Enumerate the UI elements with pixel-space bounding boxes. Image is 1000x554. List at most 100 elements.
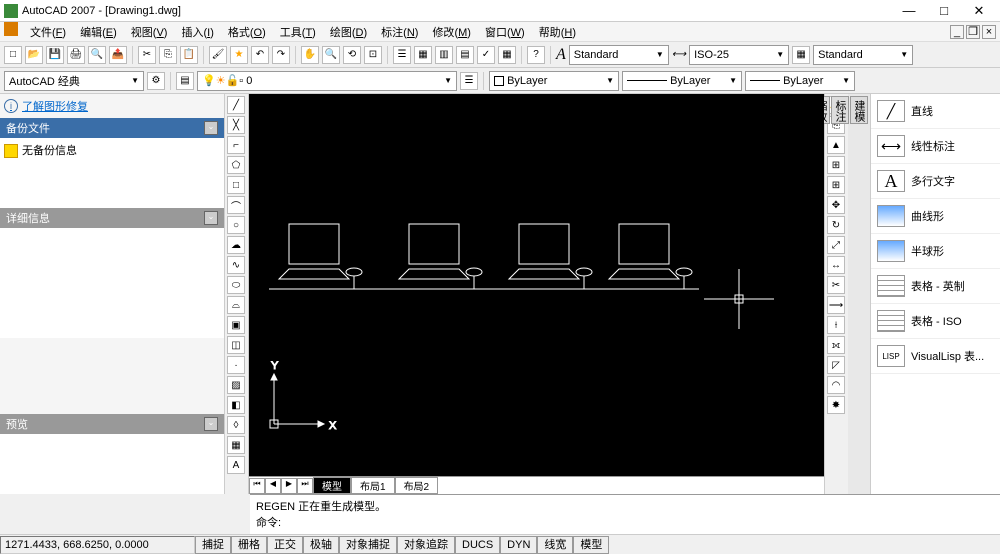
extend-icon[interactable]: ⟶	[827, 296, 845, 314]
status-model[interactable]: 模型	[573, 536, 609, 554]
xline-icon[interactable]: ╳	[227, 116, 245, 134]
tab-next-button[interactable]: ▶	[281, 478, 297, 494]
copy-icon[interactable]: ⎘	[159, 46, 177, 64]
fillet-icon[interactable]: ◠	[827, 376, 845, 394]
palette-item-table-imperial[interactable]: 表格 - 英制	[871, 269, 1000, 304]
break-icon[interactable]: ⟊	[827, 316, 845, 334]
scale-icon[interactable]: ⤢	[827, 236, 845, 254]
status-grid[interactable]: 栅格	[231, 536, 267, 554]
zoom-prev-icon[interactable]: ⟲	[343, 46, 361, 64]
workspace-dropdown[interactable]: AutoCAD 经典▼	[4, 71, 144, 91]
zoom-rt-icon[interactable]: 🔍	[322, 46, 340, 64]
hatch-icon[interactable]: ▨	[227, 376, 245, 394]
panel-collapse-icon[interactable]: ⌄	[204, 121, 218, 135]
pline-icon[interactable]: ⌐	[227, 136, 245, 154]
status-lwt[interactable]: 线宽	[537, 536, 573, 554]
new-icon[interactable]: □	[4, 46, 22, 64]
menu-file[interactable]: 文件(F)	[24, 22, 72, 42]
status-ortho[interactable]: 正交	[267, 536, 303, 554]
lineweight-dropdown[interactable]: ByLayer▼	[745, 71, 855, 91]
zoom-window-icon[interactable]: ⊡	[364, 46, 382, 64]
doc-minimize-button[interactable]: _	[950, 25, 964, 39]
detail-panel-header[interactable]: 详细信息⌄	[0, 208, 224, 228]
help-icon[interactable]: ?	[527, 46, 545, 64]
doc-restore-button[interactable]: ❐	[966, 25, 980, 39]
chamfer-icon[interactable]: ◸	[827, 356, 845, 374]
markup-icon[interactable]: ✓	[477, 46, 495, 64]
paste-icon[interactable]: 📋	[180, 46, 198, 64]
explode-icon[interactable]: ✸	[827, 396, 845, 414]
block-editor-icon[interactable]: ★	[230, 46, 248, 64]
vtab-1[interactable]: 标注	[831, 96, 849, 124]
save-icon[interactable]: 💾	[46, 46, 64, 64]
menu-tools[interactable]: 工具(T)	[274, 22, 322, 42]
menu-draw[interactable]: 绘图(D)	[324, 22, 373, 42]
trim-icon[interactable]: ✂	[827, 276, 845, 294]
drawing-canvas[interactable]: X Y	[249, 94, 824, 476]
tab-model[interactable]: 模型	[313, 477, 351, 494]
coordinate-display[interactable]: 1271.4433, 668.6250, 0.0000	[0, 536, 195, 554]
circle-icon[interactable]: ○	[227, 216, 245, 234]
panel-collapse-icon[interactable]: ⌄	[204, 417, 218, 431]
offset-icon[interactable]: ⊞	[827, 156, 845, 174]
move-icon[interactable]: ✥	[827, 196, 845, 214]
sheet-set-icon[interactable]: ▤	[456, 46, 474, 64]
cut-icon[interactable]: ✂	[138, 46, 156, 64]
rectangle-icon[interactable]: □	[227, 176, 245, 194]
table-style-icon[interactable]: ▦	[792, 46, 810, 64]
minimize-button[interactable]: —	[892, 1, 926, 21]
panel-collapse-icon[interactable]: ⌄	[204, 211, 218, 225]
preview-panel-header[interactable]: 预览⌄	[0, 414, 224, 434]
stretch-icon[interactable]: ↔	[827, 256, 845, 274]
app-menu-icon[interactable]	[4, 22, 18, 36]
status-otrack[interactable]: 对象追踪	[397, 536, 455, 554]
tab-prev-button[interactable]: ◀	[265, 478, 281, 494]
publish-icon[interactable]: 📤	[109, 46, 127, 64]
undo-icon[interactable]: ↶	[251, 46, 269, 64]
mirror-icon[interactable]: ▲	[827, 136, 845, 154]
doc-close-button[interactable]: ×	[982, 25, 996, 39]
polygon-icon[interactable]: ⬠	[227, 156, 245, 174]
palette-item-curve[interactable]: 曲线形	[871, 199, 1000, 234]
menu-dimension[interactable]: 标注(N)	[375, 22, 424, 42]
ellipse-icon[interactable]: ⬭	[227, 276, 245, 294]
vtab-0[interactable]: 建模	[850, 96, 868, 124]
spline-icon[interactable]: ∿	[227, 256, 245, 274]
pan-icon[interactable]: ✋	[301, 46, 319, 64]
make-block-icon[interactable]: ◫	[227, 336, 245, 354]
backup-panel-header[interactable]: 备份文件⌄	[0, 118, 224, 138]
menu-insert[interactable]: 插入(I)	[175, 22, 219, 42]
region-icon[interactable]: ◊	[227, 416, 245, 434]
join-icon[interactable]: ⟗	[827, 336, 845, 354]
menu-help[interactable]: 帮助(H)	[533, 22, 582, 42]
properties-icon[interactable]: ☰	[393, 46, 411, 64]
dim-style-dropdown[interactable]: ISO-25▼	[689, 45, 789, 65]
arc-icon[interactable]: ⌒	[227, 196, 245, 214]
layer-props-icon[interactable]: ▤	[176, 72, 194, 90]
palette-item-mtext[interactable]: A多行文字	[871, 164, 1000, 199]
tab-layout1[interactable]: 布局1	[351, 477, 395, 494]
ellipse-arc-icon[interactable]: ⌓	[227, 296, 245, 314]
insert-block-icon[interactable]: ▣	[227, 316, 245, 334]
open-icon[interactable]: 📂	[25, 46, 43, 64]
maximize-button[interactable]: □	[927, 1, 961, 21]
menu-modify[interactable]: 修改(M)	[426, 22, 477, 42]
menu-edit[interactable]: 编辑(E)	[74, 22, 123, 42]
status-osnap[interactable]: 对象捕捉	[339, 536, 397, 554]
workspace-settings-icon[interactable]: ⚙	[147, 72, 165, 90]
preview-icon[interactable]: 🔍	[88, 46, 106, 64]
close-button[interactable]: ✕	[962, 1, 996, 21]
table-style-dropdown[interactable]: Standard▼	[813, 45, 913, 65]
print-icon[interactable]: 🖨	[67, 46, 85, 64]
text-style-dropdown[interactable]: Standard▼	[569, 45, 669, 65]
tab-last-button[interactable]: ⏭	[297, 478, 313, 494]
menu-window[interactable]: 窗口(W)	[479, 22, 531, 42]
menu-view[interactable]: 视图(V)	[125, 22, 174, 42]
point-icon[interactable]: ·	[227, 356, 245, 374]
tab-layout2[interactable]: 布局2	[395, 477, 439, 494]
menu-format[interactable]: 格式(O)	[222, 22, 272, 42]
revcloud-icon[interactable]: ☁	[227, 236, 245, 254]
palette-item-line[interactable]: ╱直线	[871, 94, 1000, 129]
status-snap[interactable]: 捕捉	[195, 536, 231, 554]
calc-icon[interactable]: ▦	[498, 46, 516, 64]
